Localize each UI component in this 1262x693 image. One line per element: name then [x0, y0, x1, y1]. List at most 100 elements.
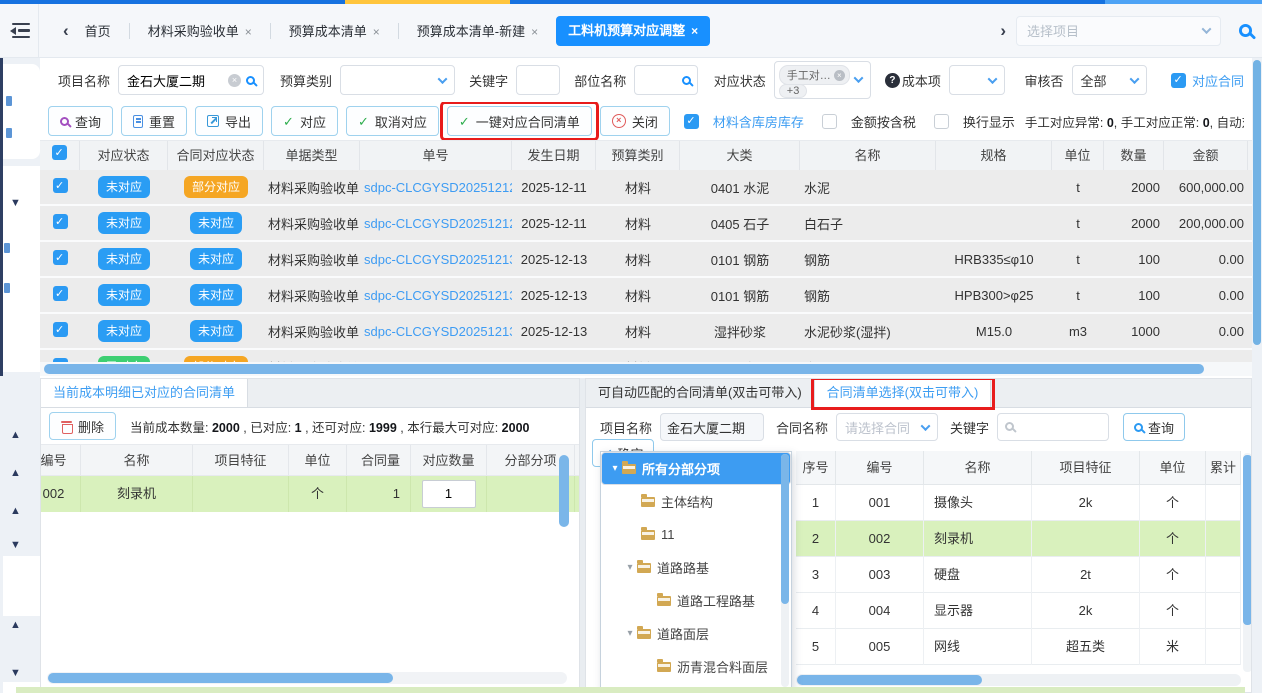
table-row[interactable]: 未对应 部分对应 材料采购验收单 sdpc-CLCGYSD2025121200(…: [40, 170, 1252, 206]
table-horizontal-scrollbar[interactable]: [40, 362, 1252, 376]
tree-item-all-sections[interactable]: 所有分部分项: [601, 452, 791, 485]
material-stock-checkbox[interactable]: [684, 114, 699, 129]
doc-no-link[interactable]: sdpc-CLCGYSD2025121300(: [360, 288, 512, 303]
cost-item-select[interactable]: [949, 65, 1005, 95]
row-checkbox[interactable]: [53, 322, 68, 337]
page-vertical-scrollbar[interactable]: [1252, 58, 1262, 693]
close-button[interactable]: 关闭: [600, 106, 670, 136]
tab-active-adjust[interactable]: 工料机预算对应调整×: [556, 16, 710, 46]
table-row[interactable]: 4 004 显示器 2k 个: [796, 593, 1241, 629]
match-button[interactable]: 对应: [271, 106, 338, 136]
table-row[interactable]: 已对应 部分对应 材料采购验收单 sdpc-CLCGYSD2025121400(…: [40, 350, 1252, 362]
scrollbar-thumb[interactable]: [781, 454, 789, 604]
tree-item[interactable]: 道路工程路基: [601, 584, 791, 617]
reset-button[interactable]: 重置: [121, 106, 187, 136]
project-name-input[interactable]: [127, 73, 223, 88]
sidebar-expand-icon[interactable]: [10, 668, 21, 679]
search-icon[interactable]: [1239, 24, 1252, 37]
tab-matched-contract-list[interactable]: 当前成本明细已对应的合同清单: [41, 379, 248, 407]
caret-down-icon[interactable]: [623, 562, 637, 573]
tree-item[interactable]: 沥青混合料面层: [601, 650, 791, 683]
one-key-match-button[interactable]: 一键对应合同清单: [447, 106, 592, 136]
caret-down-icon[interactable]: [623, 628, 637, 639]
row-checkbox[interactable]: [53, 358, 68, 362]
select-all-checkbox[interactable]: [52, 145, 67, 160]
match-contract-checkbox[interactable]: [1171, 73, 1186, 88]
match-qty-input[interactable]: [422, 480, 476, 508]
doc-no-link[interactable]: sdpc-CLCGYSD2025121200(: [360, 216, 512, 231]
tree-item[interactable]: 主体结构: [601, 485, 791, 518]
clear-icon[interactable]: [228, 74, 241, 87]
part-name-input[interactable]: [641, 73, 682, 88]
remove-tag-icon[interactable]: [834, 70, 845, 81]
scrollbar-thumb[interactable]: [1253, 60, 1261, 345]
tab-home[interactable]: 首页: [79, 21, 117, 40]
query-button[interactable]: 查询: [1123, 413, 1185, 441]
scrollbar-thumb[interactable]: [44, 364, 1204, 374]
table-row[interactable]: 3 003 硬盘 2t 个: [796, 557, 1241, 593]
budget-type-select[interactable]: [340, 65, 455, 95]
query-button[interactable]: 查询: [48, 106, 113, 136]
panel-horizontal-scrollbar[interactable]: [47, 672, 567, 684]
keyword-input[interactable]: [516, 65, 560, 95]
tab-material-receipt[interactable]: 材料采购验收单×: [142, 21, 258, 40]
table-row[interactable]: 1 001 摄像头 2k 个: [796, 485, 1241, 521]
tabs-scroll-left-icon[interactable]: ‹: [53, 21, 79, 41]
contract-select[interactable]: 请选择合同: [836, 413, 938, 441]
sidebar-expand-icon[interactable]: [10, 506, 21, 517]
tree-item[interactable]: 11: [601, 518, 791, 551]
table-row[interactable]: 未对应 未对应 材料采购验收单 sdpc-CLCGYSD2025121200( …: [40, 206, 1252, 242]
scrollbar-thumb[interactable]: [797, 675, 982, 685]
doc-no-link[interactable]: sdpc-CLCGYSD2025121300(: [360, 324, 512, 339]
sidebar-expand-icon[interactable]: [10, 540, 21, 551]
unmatch-button[interactable]: 取消对应: [346, 106, 439, 136]
sidebar-expand-icon[interactable]: [10, 620, 21, 631]
tree-item[interactable]: 道路路基: [601, 551, 791, 584]
sidebar-expand-icon[interactable]: [10, 430, 21, 441]
match-status-multiselect[interactable]: 手工对… +3: [774, 61, 871, 99]
tabs-scroll-right-icon[interactable]: ›: [990, 21, 1016, 41]
row-checkbox[interactable]: [53, 250, 68, 265]
table-row[interactable]: 未对应 未对应 材料采购验收单 sdpc-CLCGYSD2025121300( …: [40, 278, 1252, 314]
tab-auto-match-list[interactable]: 可自动匹配的合同清单(双击可带入): [586, 379, 815, 407]
panel-vertical-scrollbar[interactable]: [559, 455, 569, 527]
amount-tax-checkbox[interactable]: [822, 114, 837, 129]
close-icon[interactable]: ×: [373, 25, 380, 39]
sidebar-expand-icon[interactable]: [10, 468, 21, 479]
audit-select[interactable]: 全部: [1072, 65, 1147, 95]
row-checkbox[interactable]: [53, 286, 68, 301]
tab-budget-cost-new[interactable]: 预算成本清单-新建×: [411, 21, 544, 40]
menu-collapse-icon[interactable]: [10, 23, 32, 39]
project-name-input[interactable]: [660, 413, 764, 441]
sidebar-expand-icon[interactable]: [10, 198, 21, 209]
table-vertical-scrollbar[interactable]: [1243, 453, 1252, 672]
page-bottom-scroll-strip[interactable]: [16, 687, 1245, 693]
doc-no-link[interactable]: sdpc-CLCGYSD2025121200(: [360, 180, 512, 195]
caret-down-icon[interactable]: [608, 463, 622, 474]
search-icon[interactable]: [246, 76, 255, 85]
tab-contract-select[interactable]: 合同清单选择(双击可带入): [815, 379, 992, 407]
close-icon[interactable]: ×: [531, 25, 538, 39]
table-horizontal-scrollbar[interactable]: [796, 674, 1241, 686]
row-checkbox[interactable]: [53, 214, 68, 229]
scrollbar-thumb[interactable]: [1243, 455, 1252, 625]
doc-no-link[interactable]: sdpc-CLCGYSD2025121300(: [360, 252, 512, 267]
wrap-line-checkbox[interactable]: [934, 114, 949, 129]
project-select[interactable]: 选择项目: [1016, 16, 1221, 46]
export-button[interactable]: 导出: [195, 106, 263, 136]
table-row[interactable]: 未对应 未对应 材料采购验收单 sdpc-CLCGYSD2025121300( …: [40, 242, 1252, 278]
tree-item[interactable]: 道路面层: [601, 617, 791, 650]
row-checkbox[interactable]: [53, 178, 68, 193]
close-icon[interactable]: ×: [245, 25, 252, 39]
scrollbar-thumb[interactable]: [48, 673, 393, 683]
close-icon[interactable]: ×: [691, 24, 698, 38]
table-row[interactable]: 2 002 刻录机 个: [796, 521, 1241, 557]
table-row[interactable]: 5 005 网线 超五类 米: [796, 629, 1241, 665]
tab-budget-cost[interactable]: 预算成本清单×: [283, 21, 386, 40]
delete-button[interactable]: 删除: [49, 412, 116, 440]
search-icon[interactable]: [682, 76, 691, 85]
table-row[interactable]: 002 刻录机 个 1: [40, 476, 579, 512]
table-row[interactable]: 未对应 未对应 材料采购验收单 sdpc-CLCGYSD2025121300( …: [40, 314, 1252, 350]
doc-no-link[interactable]: sdpc-CLCGYSD2025121400(: [360, 360, 512, 363]
tree-vertical-scrollbar[interactable]: [781, 454, 789, 687]
